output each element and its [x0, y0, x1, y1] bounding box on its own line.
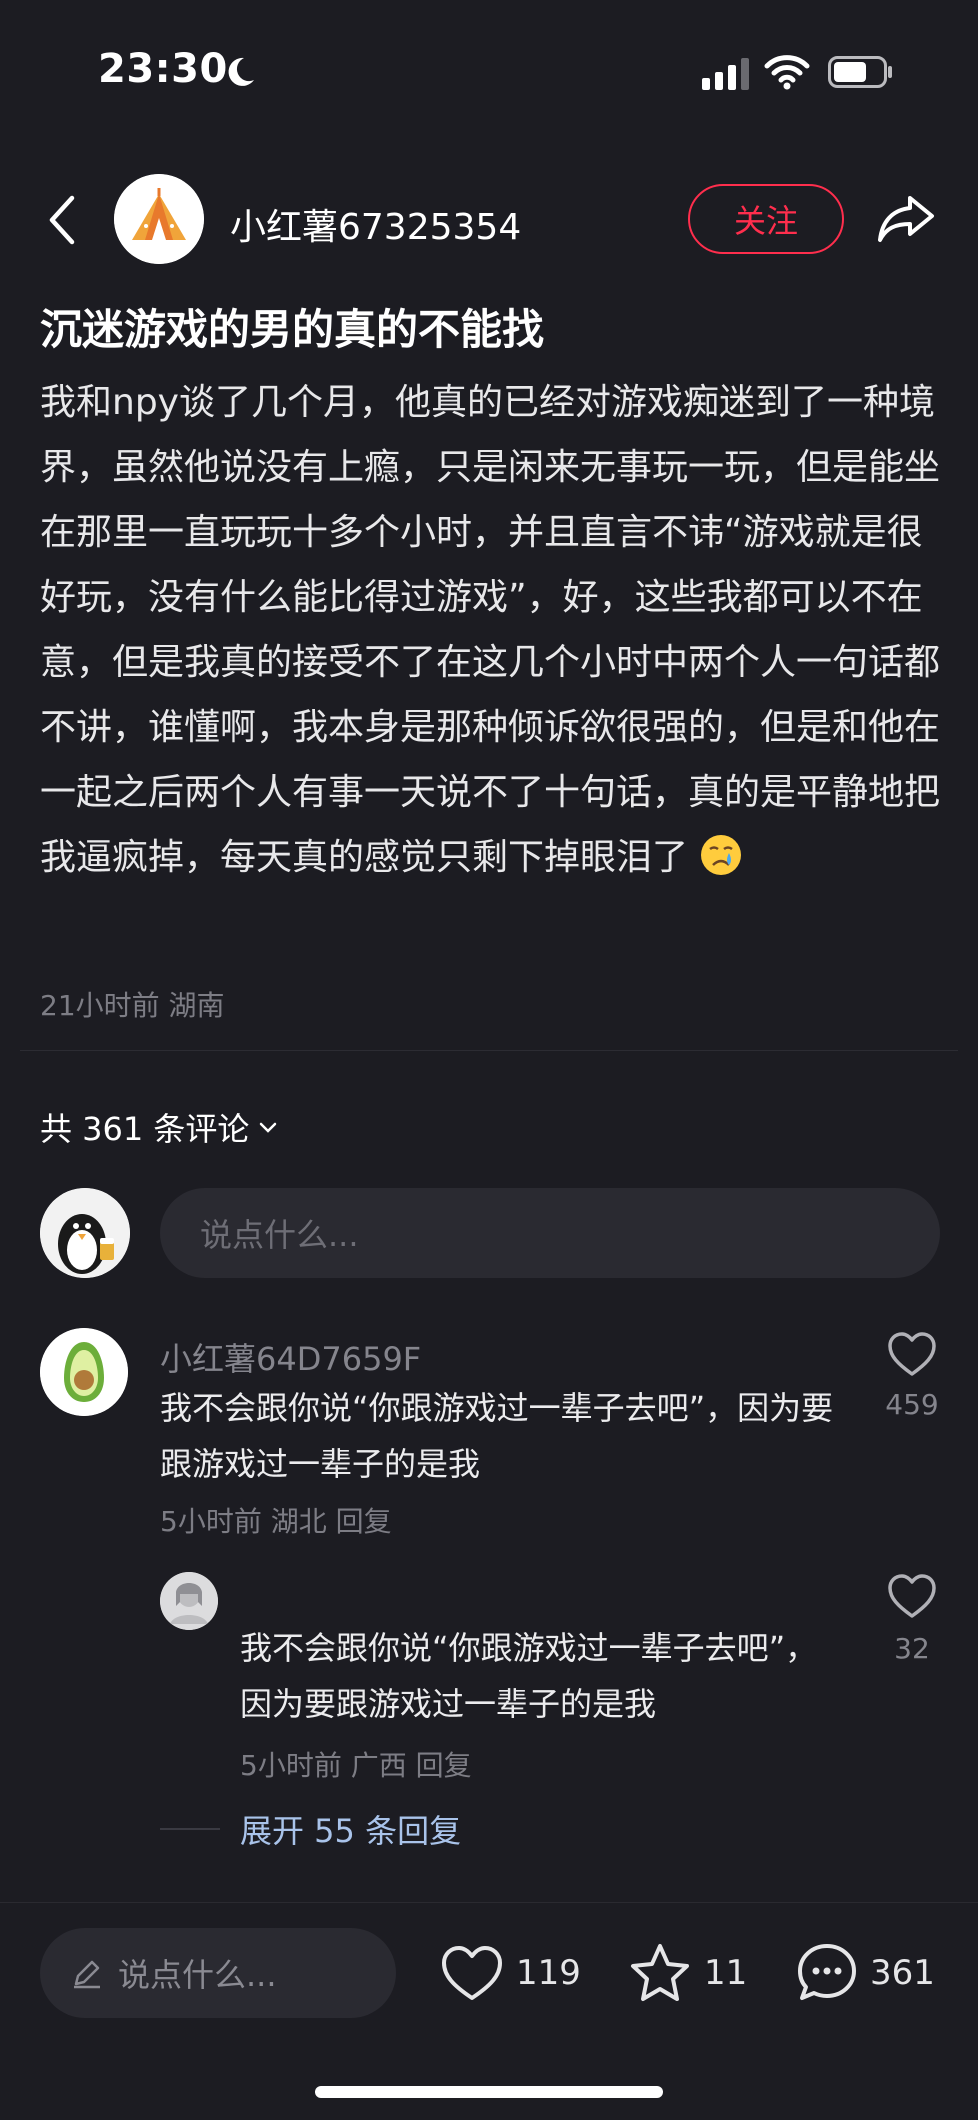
- comment-input[interactable]: 说点什么...: [160, 1188, 940, 1278]
- back-button[interactable]: [40, 192, 84, 248]
- post-title: 沉迷游戏的男的真的不能找: [40, 305, 545, 354]
- follow-button[interactable]: 关注: [688, 184, 844, 254]
- signal-icon: [702, 58, 749, 90]
- divider: [20, 1050, 958, 1051]
- wifi-icon: [764, 55, 810, 90]
- reply-avatar[interactable]: [160, 1572, 218, 1630]
- reply-text: 我不会跟你说“你跟游戏过一辈子去吧”，因为要跟游戏过一辈子的是我: [240, 1629, 818, 1723]
- crying-face-emoji: [701, 835, 742, 875]
- comment-meta[interactable]: 5小时前 湖北 回复: [160, 1500, 392, 1540]
- reply-like-count: 32: [894, 1632, 930, 1665]
- penguin-avatar: [40, 1188, 130, 1278]
- pencil-icon: [74, 1960, 100, 1989]
- commenter-avatar[interactable]: [40, 1328, 128, 1416]
- status-time: 23:30: [98, 46, 228, 92]
- like-button[interactable]: 119: [440, 1940, 581, 2006]
- heart-icon: [442, 1946, 502, 2000]
- expand-replies-button[interactable]: 展开 55 条回复: [240, 1806, 461, 1852]
- comment-bubble-icon: [798, 1944, 856, 2000]
- reply-like-heart-icon[interactable]: [886, 1572, 938, 1620]
- expand-line: [160, 1828, 220, 1830]
- bottom-comment-input[interactable]: 说点什么...: [40, 1928, 396, 2018]
- reply-meta[interactable]: 5小时前 广西 回复: [240, 1744, 472, 1784]
- reply-user-avatar: [160, 1572, 218, 1630]
- comment-text: 我不会跟你说“你跟游戏过一辈子去吧”，因为要跟游戏过一辈子的是我: [160, 1389, 834, 1483]
- post-body-text: 我和npy谈了几个月，他真的已经对游戏痴迷到了一种境界，虽然他说没有上瘾，只是闲…: [40, 382, 941, 878]
- my-avatar: [40, 1188, 130, 1278]
- avocado-avatar: [40, 1328, 128, 1416]
- star-icon: [631, 1944, 689, 2001]
- bottom-divider: [0, 1902, 978, 1903]
- chevron-down-icon: [260, 1122, 277, 1133]
- like-count: 119: [516, 1953, 581, 1993]
- comment-button[interactable]: 361: [796, 1940, 935, 2006]
- comment-like-heart-icon[interactable]: [886, 1330, 938, 1378]
- comments-count-toggle[interactable]: 共 361 条评论: [40, 1104, 279, 1150]
- collect-button[interactable]: 11: [628, 1940, 747, 2006]
- home-indicator[interactable]: [315, 2086, 663, 2098]
- comments-count-label: 共 361 条评论: [40, 1110, 250, 1148]
- share-icon[interactable]: [876, 190, 936, 246]
- comment-count: 361: [870, 1953, 935, 1993]
- post-meta: 21小时前 湖南: [40, 989, 225, 1022]
- author-avatar[interactable]: [114, 174, 204, 264]
- tent-avatar: [114, 174, 204, 264]
- author-name[interactable]: 小红薯67325354: [230, 198, 521, 250]
- commenter-name[interactable]: 小红薯64D7659F: [160, 1334, 421, 1380]
- moon-icon: [228, 57, 254, 86]
- comment-like-count: 459: [885, 1388, 939, 1421]
- bottom-input-placeholder: 说点什么...: [118, 1956, 277, 1994]
- post-body: 我和npy谈了几个月，他真的已经对游戏痴迷到了一种境界，虽然他说没有上瘾，只是闲…: [40, 370, 940, 890]
- battery-icon: [828, 56, 892, 88]
- collect-count: 11: [704, 1953, 748, 1993]
